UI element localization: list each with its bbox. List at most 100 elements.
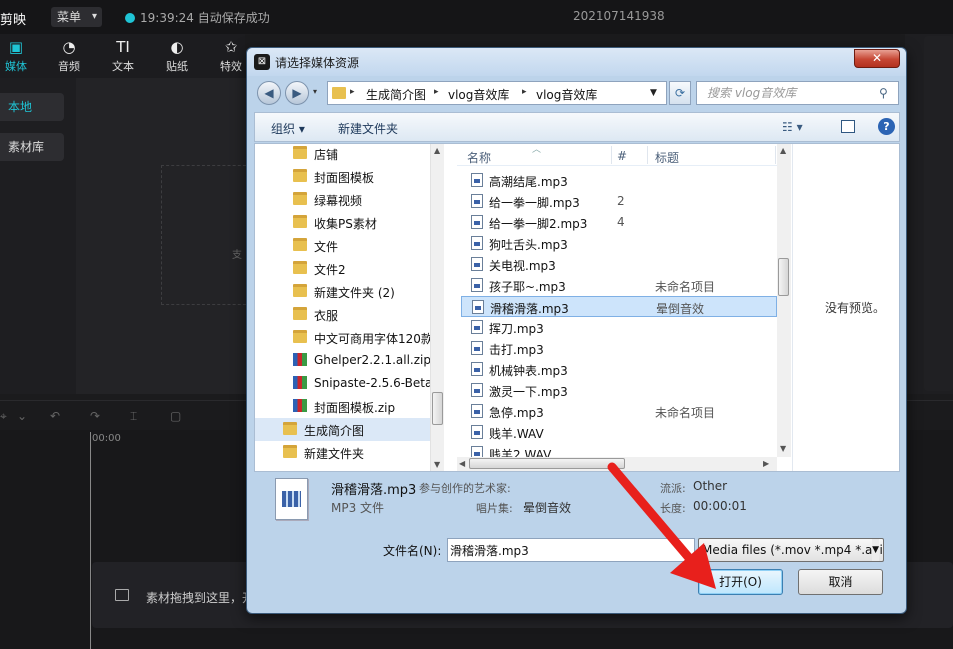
help-icon[interactable]: ? (878, 118, 895, 135)
undo-icon[interactable]: ↶ (50, 409, 60, 423)
breadcrumb-separator-icon[interactable]: ▸ (522, 87, 527, 97)
playhead[interactable] (90, 432, 91, 649)
tree-item[interactable]: 新建文件夹 (2) (255, 280, 430, 303)
tree-item[interactable]: 新建文件夹 (255, 441, 430, 464)
scroll-right-icon[interactable]: ▶ (763, 459, 769, 468)
tab-audio[interactable]: ◔ 音频 (49, 38, 89, 74)
file-row[interactable]: 机械钟表.mp3 (461, 359, 777, 380)
menu-label: 菜单 (57, 10, 82, 24)
dialog-titlebar[interactable]: ⊠ 请选择媒体资源 ✕ (247, 48, 906, 76)
tree-item[interactable]: 文件 (255, 234, 430, 257)
tree-item[interactable]: 收集PS素材 (255, 211, 430, 234)
tab-label: 贴纸 (166, 60, 188, 73)
delete-icon[interactable]: ▢ (170, 409, 181, 423)
view-options-icon[interactable]: ☷ ▾ (782, 120, 803, 134)
organize-button[interactable]: 组织 ▾ (271, 120, 305, 137)
browser-panes: 店铺 封面图模板 绿幕视频 收集PS素材 文件 文件2 新建文件夹 (2) 衣服… (254, 143, 900, 472)
chevron-down-icon[interactable]: ▼ (650, 88, 657, 98)
column-divider[interactable] (611, 146, 612, 164)
breadcrumb-item[interactable]: 生成简介图 (366, 86, 426, 103)
file-row[interactable]: 给一拳一脚2.mp3 4 (461, 212, 777, 233)
column-number[interactable]: # (617, 149, 627, 163)
file-row[interactable]: 贱羊.WAV (461, 422, 777, 443)
tree-scrollbar[interactable]: ▲ ▼ (430, 144, 444, 471)
address-bar[interactable]: ▸ 生成简介图 ▸ vlog音效库 ▸ vlog音效库 ▼ (327, 81, 667, 105)
list-scroll-thumb[interactable] (778, 258, 789, 296)
search-input[interactable]: 搜索 vlog音效库 ⚲ (696, 81, 899, 105)
tree-item-selected[interactable]: 生成简介图 (255, 418, 430, 441)
column-divider[interactable] (647, 146, 648, 164)
tab-media[interactable]: ▣ 媒体 (0, 38, 36, 74)
refresh-button[interactable]: ⟳ (669, 81, 691, 105)
list-vertical-scrollbar[interactable]: ▲ ▼ (777, 144, 791, 457)
column-divider[interactable] (775, 146, 776, 164)
track-hint: 素材拖拽到这里，开 (146, 591, 255, 605)
file-row[interactable]: 孩子耶~.mp3 未命名项目 (461, 275, 777, 296)
tree-item-label: Ghelper2.2.1.all.zip (314, 353, 430, 367)
file-row[interactable]: 给一拳一脚.mp3 2 (461, 191, 777, 212)
project-name: 202107141938 (573, 9, 665, 23)
preview-pane: 没有预览。 (792, 144, 900, 471)
recent-locations-dropdown[interactable]: ▾ (313, 87, 317, 96)
tree-item[interactable]: Ghelper2.2.1.all.zip (255, 349, 430, 372)
tree-item[interactable]: 绿幕视频 (255, 188, 430, 211)
file-row[interactable]: 挥刀.mp3 (461, 317, 777, 338)
tree-item[interactable]: Snipaste-2.5.6-Beta (255, 372, 430, 395)
file-row[interactable]: 击打.mp3 (461, 338, 777, 359)
file-row[interactable]: 激灵一下.mp3 (461, 380, 777, 401)
tab-label: 媒体 (5, 60, 27, 73)
file-row[interactable]: 狗吐舌头.mp3 (461, 233, 777, 254)
file-row-selected[interactable]: 滑稽滑落.mp3 晕倒音效 (461, 296, 777, 317)
column-name[interactable]: 名称 (467, 149, 491, 166)
tab-text[interactable]: TI 文本 (103, 38, 143, 74)
audio-file-icon (471, 320, 483, 334)
file-row[interactable]: 关电视.mp3 (461, 254, 777, 275)
import-drop-zone[interactable] (161, 165, 251, 305)
tree-item[interactable]: 文件2 (255, 257, 430, 280)
folder-icon (293, 330, 307, 343)
chevron-down-icon[interactable]: ⌄ (17, 409, 27, 423)
tab-effects[interactable]: ✩ 特效 (211, 38, 251, 74)
tree-item[interactable]: 封面图模板 (255, 165, 430, 188)
file-row[interactable]: 急停.mp3 未命名项目 (461, 401, 777, 422)
command-bar: 组织 ▾ 新建文件夹 ☷ ▾ ? (254, 112, 900, 142)
annotation-arrow-icon (607, 462, 716, 589)
breadcrumb-separator-icon[interactable]: ▸ (350, 87, 355, 97)
breadcrumb-item[interactable]: vlog音效库 (448, 86, 509, 103)
close-button[interactable]: ✕ (854, 49, 900, 68)
search-icon[interactable]: ⚲ (879, 82, 888, 104)
app-title: 剪映 (0, 13, 27, 28)
tree-item[interactable]: 中文可商用字体120款 (255, 326, 430, 349)
tab-sticker[interactable]: ◐ 贴纸 (157, 38, 197, 74)
scroll-down-icon[interactable]: ▼ (434, 460, 440, 469)
new-folder-button[interactable]: 新建文件夹 (338, 120, 398, 137)
breadcrumb-item[interactable]: vlog音效库 (536, 86, 597, 103)
audio-file-icon (472, 300, 484, 314)
audio-file-icon (471, 215, 483, 229)
preview-pane-toggle-icon[interactable] (841, 120, 855, 133)
nav-item-library[interactable]: 素材库 (0, 133, 64, 161)
tree-item-label: Snipaste-2.5.6-Beta (314, 376, 430, 390)
tree-scroll-thumb[interactable] (432, 392, 443, 425)
tree-item[interactable]: 店铺 (255, 144, 430, 165)
scroll-up-icon[interactable]: ▲ (434, 146, 440, 155)
cursor-icon[interactable]: ⌖ (0, 409, 7, 424)
split-icon[interactable]: ⌶ (130, 409, 137, 424)
redo-icon[interactable]: ↷ (90, 409, 100, 423)
column-title[interactable]: 标题 (655, 149, 679, 166)
menu-button[interactable]: 菜单 ▾ (51, 7, 102, 27)
cancel-button[interactable]: 取消 (798, 569, 883, 595)
scroll-down-icon[interactable]: ▼ (780, 444, 786, 453)
nav-item-local[interactable]: 本地 (0, 93, 64, 121)
details-pane: 滑稽滑落.mp3 MP3 文件 参与创作的艺术家: 唱片集: 晕倒音效 流派: … (247, 474, 906, 524)
tree-item[interactable]: 衣服 (255, 303, 430, 326)
audio-icon: ◔ (62, 38, 76, 56)
forward-button[interactable]: ▶ (285, 81, 309, 105)
scroll-left-icon[interactable]: ◀ (459, 459, 465, 468)
tree-item[interactable]: 封面图模板.zip (255, 395, 430, 418)
file-row[interactable]: 高潮结尾.mp3 (461, 170, 777, 191)
breadcrumb-separator-icon[interactable]: ▸ (434, 87, 439, 97)
scroll-up-icon[interactable]: ▲ (780, 146, 786, 155)
tab-label: 特效 (220, 60, 242, 73)
back-button[interactable]: ◀ (257, 81, 281, 105)
